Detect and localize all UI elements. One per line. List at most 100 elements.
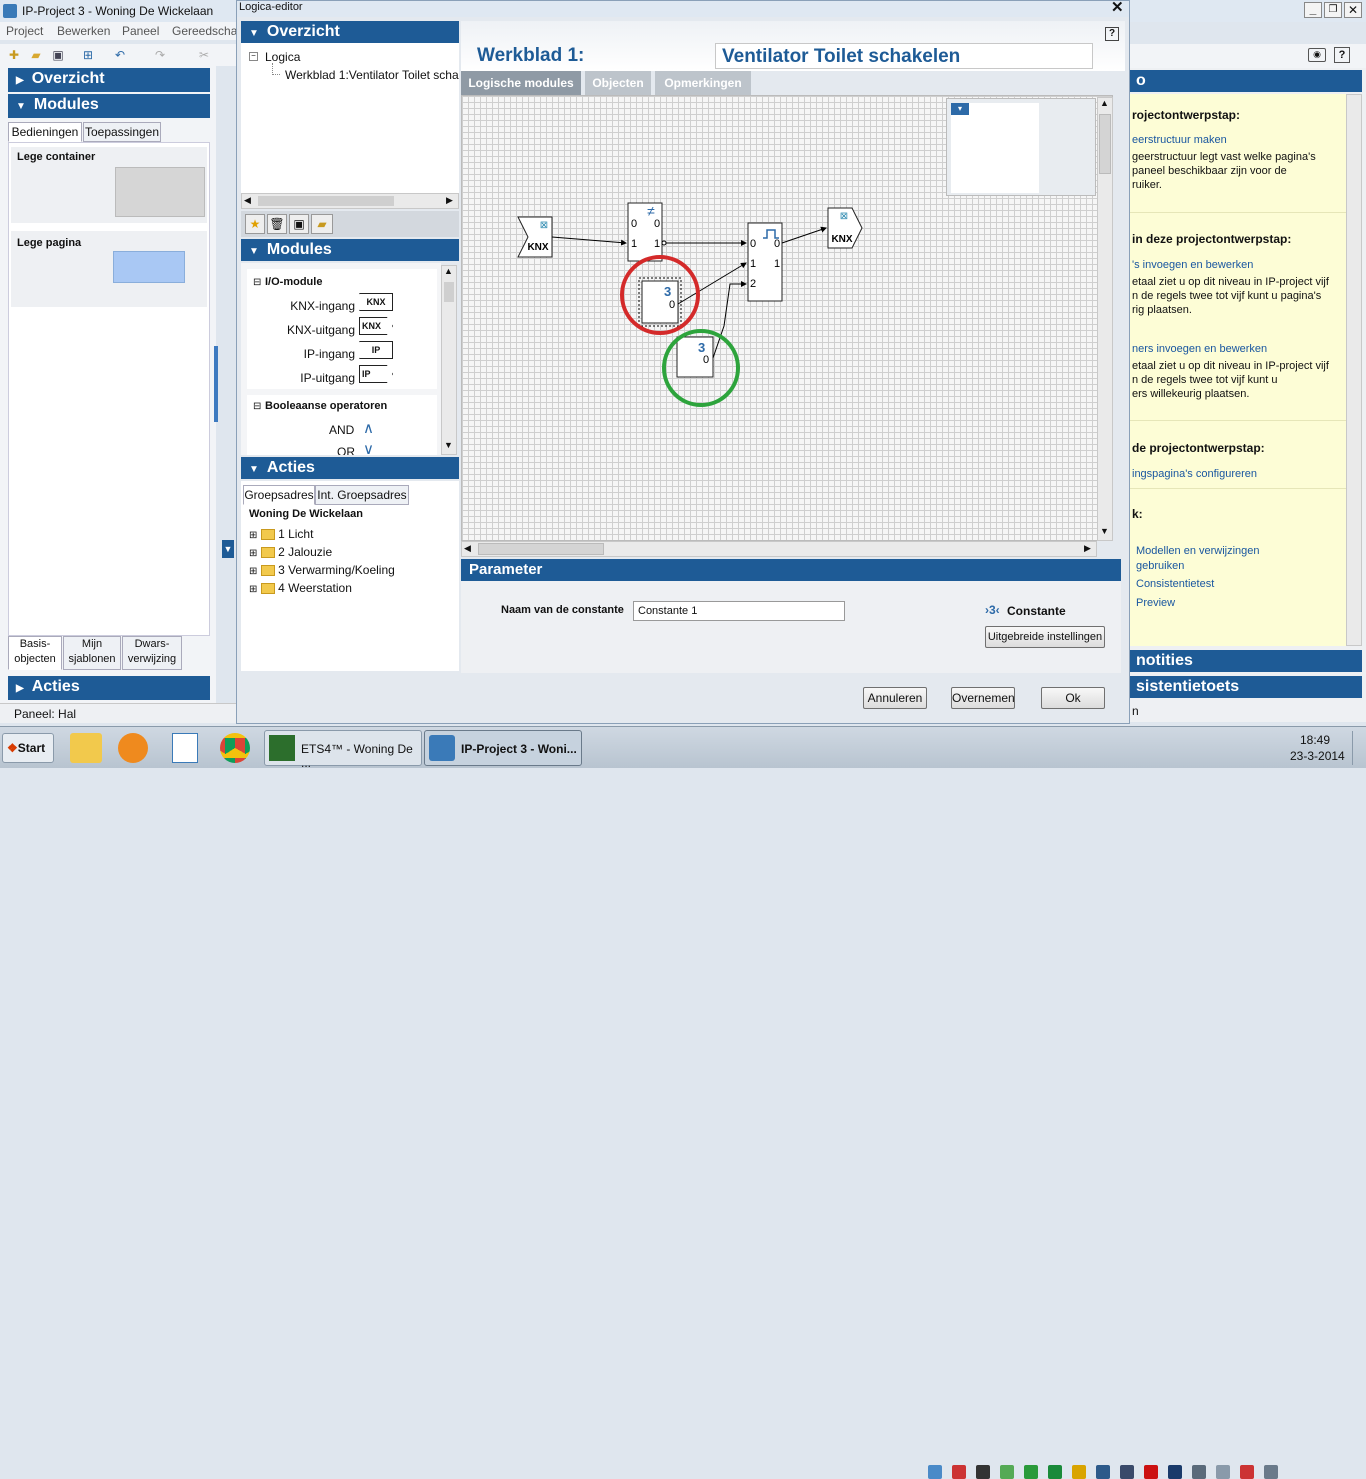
dialog-help-icon[interactable]: ? bbox=[1105, 27, 1119, 41]
dialog-modules-header[interactable]: ▼ Modules bbox=[241, 239, 459, 261]
help-link-2[interactable]: 's invoegen en bewerken bbox=[1132, 258, 1253, 272]
dialog-close-button[interactable]: ✕ bbox=[1111, 0, 1124, 16]
consistentietoets-header[interactable]: sistentietoets bbox=[1128, 676, 1362, 698]
clock-time[interactable]: 18:49 bbox=[1300, 733, 1330, 747]
panel-collapse-arrow[interactable]: ▼ bbox=[222, 540, 234, 558]
wifi-icon[interactable] bbox=[1000, 1465, 1014, 1479]
left-acties-header[interactable]: ▶ Acties bbox=[8, 676, 210, 700]
lege-pagina-item[interactable]: Lege pagina bbox=[11, 231, 207, 307]
worksheet-tab-objecten[interactable]: Objecten bbox=[585, 71, 651, 95]
cancel-button[interactable]: Annuleren bbox=[863, 687, 927, 709]
ip-ingang-label[interactable]: IP-ingang bbox=[304, 347, 355, 361]
delete-icon[interactable]: 🗑 bbox=[267, 214, 287, 234]
tab-int-groepsadres[interactable]: Int. Groepsadres bbox=[315, 485, 409, 505]
network-icon[interactable] bbox=[928, 1465, 942, 1479]
or-icon[interactable]: ∨ bbox=[363, 440, 374, 455]
io-group-collapse-icon[interactable]: ⊟ bbox=[253, 277, 261, 288]
canvas-hscrollbar[interactable]: ◀ ▶ bbox=[461, 541, 1097, 557]
folder-row-1[interactable]: ⊞ 1 Licht bbox=[249, 527, 313, 541]
scroll-thumb[interactable] bbox=[1099, 114, 1111, 174]
help-link-1[interactable]: eerstructuur maken bbox=[1132, 133, 1227, 147]
knx-ingang-label[interactable]: KNX-ingang bbox=[290, 299, 355, 313]
cut-icon[interactable]: ✂ bbox=[194, 46, 214, 64]
panel-splitter[interactable] bbox=[214, 346, 218, 422]
tab-groepsadres[interactable]: Groepsadres bbox=[243, 485, 315, 505]
open-folder-icon[interactable]: ▰ bbox=[26, 46, 46, 64]
ip-ingang-icon[interactable]: IP bbox=[359, 341, 393, 359]
chart-icon[interactable] bbox=[1048, 1465, 1062, 1479]
view-icon[interactable]: ◉ bbox=[1308, 48, 1326, 62]
clock-date[interactable]: 23-3-2014 bbox=[1290, 749, 1345, 763]
menu-gereedschap[interactable]: Gereedscha bbox=[172, 24, 237, 38]
lege-container-item[interactable]: Lege container bbox=[11, 147, 207, 223]
tree-root-logica[interactable]: Logica bbox=[265, 50, 300, 64]
expand-plus-icon[interactable]: ⊞ bbox=[249, 530, 257, 541]
show-desktop-button[interactable] bbox=[1352, 731, 1364, 765]
scroll-thumb[interactable] bbox=[444, 282, 454, 302]
constant-name-input[interactable]: Constante 1 bbox=[633, 601, 845, 621]
scroll-left-icon[interactable]: ◀ bbox=[464, 543, 471, 554]
scroll-right-icon[interactable]: ▶ bbox=[1084, 543, 1091, 554]
scroll-left-icon[interactable]: ◀ bbox=[244, 195, 251, 206]
worksheet-tab-opmerkingen[interactable]: Opmerkingen bbox=[655, 71, 751, 95]
save-icon[interactable]: ▣ bbox=[48, 46, 68, 64]
tree-child-werkblad[interactable]: Werkblad 1:Ventilator Toilet scha bbox=[285, 68, 459, 82]
help-icon[interactable]: ? bbox=[1334, 47, 1350, 63]
expand-plus-icon[interactable]: ⊞ bbox=[249, 584, 257, 595]
ip-uitgang-label[interactable]: IP-uitgang bbox=[300, 371, 355, 385]
scroll-up-icon[interactable]: ▲ bbox=[1100, 98, 1109, 108]
expand-plus-icon[interactable]: ⊞ bbox=[249, 548, 257, 559]
sync-icon[interactable] bbox=[1024, 1465, 1038, 1479]
help-link-preview[interactable]: Preview bbox=[1136, 596, 1175, 610]
help-link-4[interactable]: ingspagina's configureren bbox=[1132, 467, 1257, 481]
and-icon[interactable]: ∧ bbox=[363, 419, 374, 437]
left-overzicht-header[interactable]: ▶ Overzicht bbox=[8, 68, 210, 92]
scroll-thumb[interactable] bbox=[258, 196, 394, 206]
expand-plus-icon[interactable]: ⊞ bbox=[249, 566, 257, 577]
display-icon[interactable] bbox=[1168, 1465, 1182, 1479]
favorite-star-icon[interactable]: ★ bbox=[245, 214, 265, 234]
tab-bedieningen[interactable]: Bedieningen bbox=[8, 122, 82, 142]
redo-icon[interactable]: ↷ bbox=[150, 46, 170, 64]
task-ip-project[interactable]: IP-Project 3 - Woni... bbox=[424, 730, 582, 766]
scroll-down-icon[interactable]: ▼ bbox=[1100, 526, 1109, 536]
save-icon[interactable]: ▣ bbox=[289, 214, 309, 234]
or-label[interactable]: OR bbox=[337, 445, 355, 455]
folder-row-4[interactable]: ⊞ 4 Weerstation bbox=[249, 581, 352, 595]
help-scrollbar[interactable] bbox=[1346, 94, 1362, 646]
security-icon[interactable] bbox=[952, 1465, 966, 1479]
tab-dwars-verwijzing[interactable]: Dwars-verwijzing bbox=[122, 636, 182, 670]
help-link-3[interactable]: ners invoegen en bewerken bbox=[1132, 342, 1267, 356]
shield-icon[interactable] bbox=[1072, 1465, 1086, 1479]
left-modules-header[interactable]: ▼ Modules bbox=[8, 94, 210, 118]
undo-icon[interactable]: ↶ bbox=[110, 46, 130, 64]
scroll-right-icon[interactable]: ▶ bbox=[446, 195, 453, 206]
dialog-overzicht-header[interactable]: ▼ Overzicht bbox=[241, 21, 459, 43]
worksheet-name-field[interactable]: Ventilator Toilet schakelen bbox=[715, 43, 1093, 69]
drive-icon[interactable] bbox=[976, 1465, 990, 1479]
ok-button[interactable]: Ok bbox=[1041, 687, 1105, 709]
dialog-acties-header[interactable]: ▼ Acties bbox=[241, 457, 459, 479]
flag-icon[interactable] bbox=[1192, 1465, 1206, 1479]
pen-icon[interactable] bbox=[1120, 1465, 1134, 1479]
minimize-button[interactable]: _ bbox=[1304, 2, 1322, 18]
alert-icon[interactable] bbox=[1240, 1465, 1254, 1479]
ip-uitgang-icon[interactable]: IP bbox=[359, 365, 393, 383]
folder-row-2[interactable]: ⊞ 2 Jalouzie bbox=[249, 545, 332, 559]
right-help-header[interactable]: o bbox=[1128, 70, 1362, 92]
tree-collapse-icon[interactable]: − bbox=[249, 52, 258, 61]
not-equal-block[interactable] bbox=[627, 202, 663, 262]
modules-vscrollbar[interactable]: ▲ ▼ bbox=[441, 265, 457, 455]
scroll-down-icon[interactable]: ▼ bbox=[444, 440, 453, 450]
tab-basis-objecten[interactable]: Basis-objecten bbox=[8, 636, 62, 670]
wire-knx-to-ne[interactable] bbox=[551, 236, 627, 246]
knx-ingang-icon[interactable]: KNX bbox=[359, 293, 393, 311]
folder-row-3[interactable]: ⊞ 3 Verwarming/Koeling bbox=[249, 563, 395, 577]
file-explorer-icon[interactable] bbox=[70, 733, 102, 763]
help-link-gebruiken[interactable]: gebruiken bbox=[1136, 559, 1184, 573]
notities-header[interactable]: notities bbox=[1128, 650, 1362, 672]
knx-uitgang-label[interactable]: KNX-uitgang bbox=[287, 323, 355, 337]
scroll-up-icon[interactable]: ▲ bbox=[444, 266, 453, 276]
boolean-group-collapse-icon[interactable]: ⊟ bbox=[253, 401, 261, 412]
tab-mijn-sjablonen[interactable]: Mijn sjablonen bbox=[63, 636, 121, 670]
